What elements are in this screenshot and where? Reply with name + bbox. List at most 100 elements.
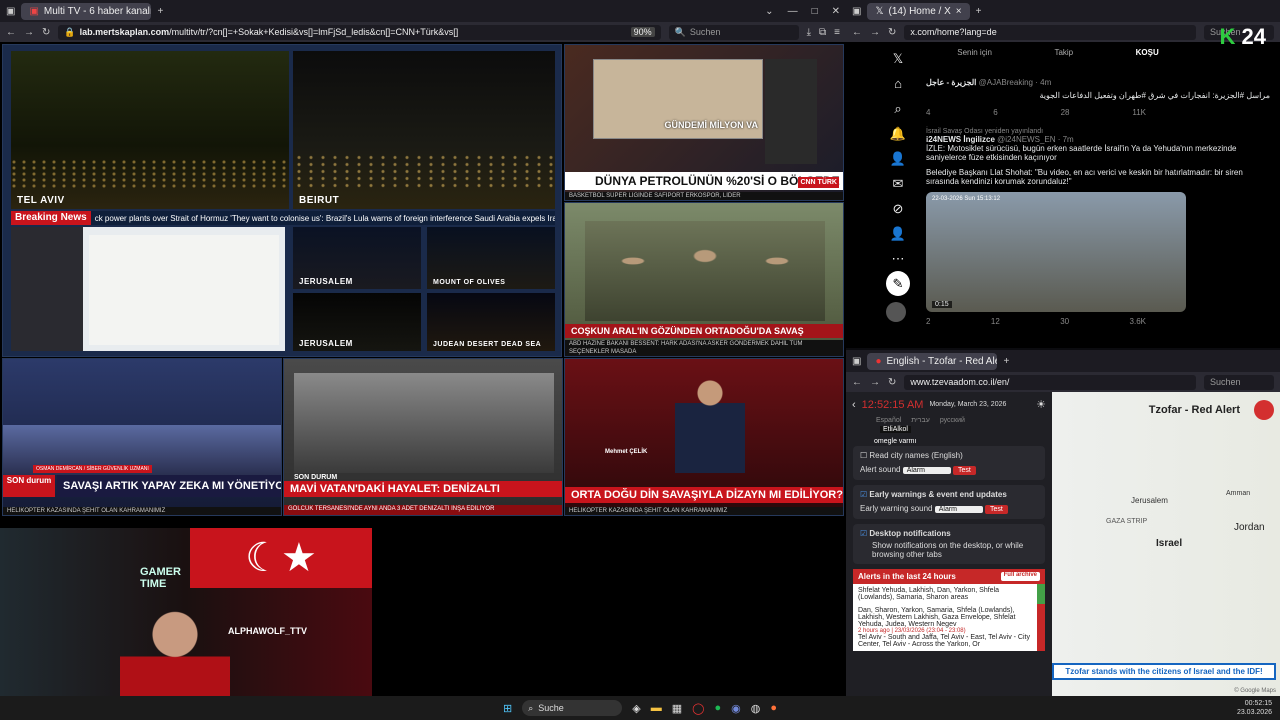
test-sound-button[interactable]: Test: [952, 466, 976, 475]
lang-es[interactable]: Español: [876, 417, 901, 424]
back-icon[interactable]: ←: [6, 27, 16, 38]
firefox-icon[interactable]: ●: [770, 702, 777, 714]
obs-icon[interactable]: ◍: [751, 702, 761, 715]
url-bar[interactable]: www.tzevaadom.co.il/en/: [904, 374, 1196, 390]
full-archive-button[interactable]: Full archive: [1000, 572, 1040, 581]
follow-icon[interactable]: 👤: [886, 146, 910, 171]
like-count[interactable]: 28: [1061, 108, 1070, 117]
view-count[interactable]: 11K: [1132, 108, 1146, 117]
alert-item[interactable]: Shfelat Yehuda, Lakhish, Dan, Yarkon, Sh…: [853, 584, 1045, 604]
tab-list-icon[interactable]: ▣: [852, 6, 861, 17]
avatar[interactable]: [886, 302, 906, 322]
alert-item[interactable]: Dan, Sharon, Yarkon, Samaria, Shfela (Lo…: [853, 604, 1045, 651]
store-icon[interactable]: ▦: [672, 702, 682, 715]
tab-x-home[interactable]: 𝕏 (14) Home / X ×: [867, 2, 970, 20]
cam-beirut: BEIRUT: [293, 51, 555, 209]
profile-icon[interactable]: 👤: [886, 221, 910, 246]
x-logo-icon[interactable]: 𝕏: [886, 46, 910, 71]
forward-icon[interactable]: →: [870, 377, 880, 388]
tweet-aljazeera[interactable]: الجزيرة - عاجل @AJABreaking · 4m مراسل #…: [926, 78, 1270, 117]
back-icon[interactable]: ←: [852, 27, 862, 38]
teams-icon[interactable]: ◈: [632, 702, 640, 715]
reload-icon[interactable]: ↻: [42, 27, 50, 38]
lang-he[interactable]: עברית: [911, 417, 930, 424]
webcam-overlay: ☾★ GAMER TIME ALPHAWOLF_TTV: [0, 528, 372, 696]
tab-following[interactable]: Takip: [1054, 48, 1073, 57]
alert-sound-select[interactable]: Alarm: [902, 467, 951, 474]
early-warning-checkbox[interactable]: ☑: [860, 490, 867, 499]
tweet-handle: @i24NEWS_EN · 7m: [997, 135, 1074, 144]
desktop-notif-checkbox[interactable]: ☑: [860, 529, 867, 538]
lang-ru[interactable]: русский: [940, 417, 965, 424]
forward-icon[interactable]: →: [870, 27, 880, 38]
tab-title: Multi TV - 6 haber kanalını aynı: [43, 5, 152, 17]
spotify-icon[interactable]: ●: [714, 702, 721, 714]
repost-count[interactable]: 12: [991, 317, 1000, 326]
alert-browser-window: ▣ ●English - Tzofar - Red Alert× + ← → ↻ w…: [846, 350, 1280, 696]
download-icon[interactable]: ⤓: [807, 27, 811, 38]
a-haber-ticker: HELİKOPTER KAZASINDA ŞEHİT OLAN KAHRAMAN…: [565, 507, 843, 515]
early-test-button[interactable]: Test: [984, 505, 1008, 514]
reload-icon[interactable]: ↻: [888, 27, 896, 38]
cnn-video-stack: [765, 59, 817, 164]
chevron-down-icon[interactable]: ⌄: [765, 6, 773, 17]
collapse-icon[interactable]: ‹: [852, 399, 856, 411]
url-bar[interactable]: x.com/home?lang=de: [904, 24, 1196, 40]
repost-count[interactable]: 6: [993, 108, 997, 117]
url-bar[interactable]: 🔒 lab.mertskaplan.com/multitv/tr/?cn[]=+…: [58, 24, 661, 40]
reply-count[interactable]: 2: [926, 317, 930, 326]
search-input[interactable]: Suchen: [1204, 374, 1274, 390]
map-label-amman: Amman: [1226, 490, 1251, 497]
logo-24: K 24: [1219, 24, 1267, 49]
opera-icon[interactable]: ◯: [692, 702, 704, 715]
tab-list-icon[interactable]: ▣: [6, 6, 15, 17]
close-window-icon[interactable]: ✕: [832, 6, 840, 17]
post-button[interactable]: ✎: [886, 271, 910, 296]
tweet-text: İZLE: Motosiklet sürücüsü, bugün erken s…: [926, 144, 1237, 162]
tweet-video[interactable]: 22-03-2026 Sun 15:13:12 0:15: [926, 192, 1186, 312]
chat-message: omegle varmı: [874, 438, 917, 445]
extensions-icon[interactable]: ⧉: [819, 27, 826, 38]
early-sound-select[interactable]: Alarm: [934, 506, 983, 513]
maximize-icon[interactable]: □: [812, 6, 818, 17]
read-names-checkbox[interactable]: ☐: [860, 451, 867, 460]
haberglobal-label: SON DURUM: [294, 474, 338, 481]
explorer-icon[interactable]: ▬: [651, 702, 662, 714]
messages-icon[interactable]: ✉: [886, 171, 910, 196]
tab-kosu[interactable]: KOŞU: [1136, 48, 1159, 57]
new-tab-icon[interactable]: +: [1003, 356, 1009, 367]
theme-toggle-icon[interactable]: ☀: [1036, 398, 1046, 411]
like-count[interactable]: 30: [1060, 317, 1069, 326]
reload-icon[interactable]: ↻: [888, 377, 896, 388]
search-input[interactable]: 🔍 Suchen: [668, 24, 799, 40]
explore-icon[interactable]: ⌕: [886, 96, 910, 121]
discord-icon[interactable]: ◉: [731, 702, 741, 715]
new-tab-icon[interactable]: +: [976, 6, 982, 17]
more-icon[interactable]: ⋯: [886, 246, 910, 271]
close-tab-icon[interactable]: ×: [956, 6, 962, 17]
reply-count[interactable]: 4: [926, 108, 930, 117]
home-icon[interactable]: ⌂: [886, 71, 910, 96]
new-tab-icon[interactable]: +: [157, 6, 163, 17]
taskbar-search[interactable]: ⌕ Suche: [522, 700, 623, 716]
tab-list-icon[interactable]: ▣: [852, 356, 861, 367]
tab-multitv[interactable]: ▣Multi TV - 6 haber kanalını aynı×: [21, 2, 152, 20]
grok-icon[interactable]: ⊘: [886, 196, 910, 221]
back-icon[interactable]: ←: [852, 377, 862, 388]
windows-start-icon[interactable]: ⊞: [503, 702, 512, 715]
tray-clock[interactable]: 00:52:15 23.03.2026: [1237, 699, 1272, 717]
map-label-jordan: Jordan: [1234, 522, 1265, 533]
view-count[interactable]: 3.6K: [1130, 317, 1146, 326]
zoom-level[interactable]: 90%: [630, 27, 655, 37]
tweet-author: الجزيرة - عاجل: [926, 78, 977, 87]
forward-icon[interactable]: →: [24, 27, 34, 38]
map-area[interactable]: Tzofar - Red Alert Jerusalem Israel Jord…: [1046, 392, 1280, 696]
tweet-i24[interactable]: İsrail Savaş Odası yeniden yayınlandı i2…: [926, 128, 1270, 326]
tab-for-you[interactable]: Senin için: [957, 48, 992, 57]
notifications-icon[interactable]: 🔔: [886, 121, 910, 146]
menu-icon[interactable]: ≡: [834, 27, 840, 38]
minimize-icon[interactable]: —: [788, 6, 798, 17]
tab-red-alert[interactable]: ●English - Tzofar - Red Alert×: [867, 352, 998, 370]
map-label-israel: Israel: [1156, 538, 1183, 549]
tile-history-program: COŞKUN ARAL'IN GÖZÜNDEN ORTADOĞU'DA SAVA…: [564, 202, 844, 357]
